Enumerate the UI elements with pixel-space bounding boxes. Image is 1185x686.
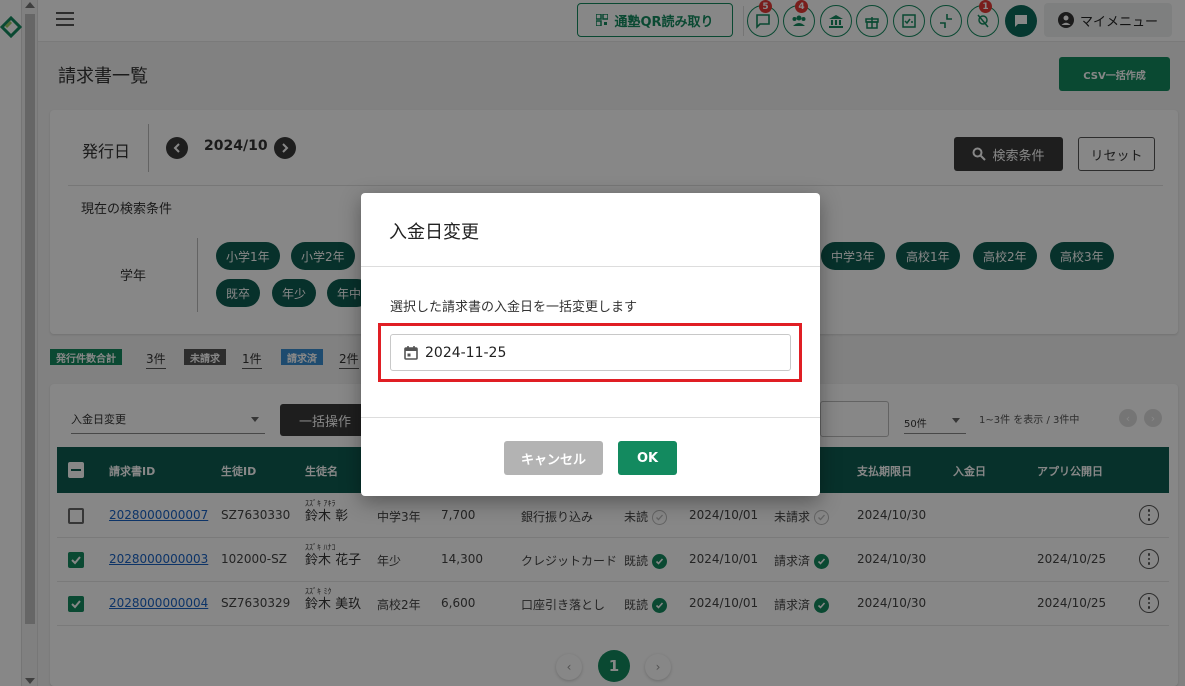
dialog-description: 選択した請求書の入金日を一括変更します	[390, 300, 638, 315]
dialog-footer-divider	[361, 417, 820, 418]
cancel-button[interactable]: キャンセル	[504, 441, 603, 475]
ok-button[interactable]: OK	[618, 441, 677, 475]
payment-date-input[interactable]: 2024-11-25	[390, 334, 791, 371]
payment-date-value: 2024-11-25	[425, 344, 507, 361]
dialog-title: 入金日変更	[389, 222, 479, 243]
calendar-icon	[404, 345, 418, 360]
payment-date-change-dialog: 入金日変更 選択した請求書の入金日を一括変更します 2024-11-25 キャン…	[361, 193, 820, 496]
dialog-divider	[361, 266, 820, 267]
